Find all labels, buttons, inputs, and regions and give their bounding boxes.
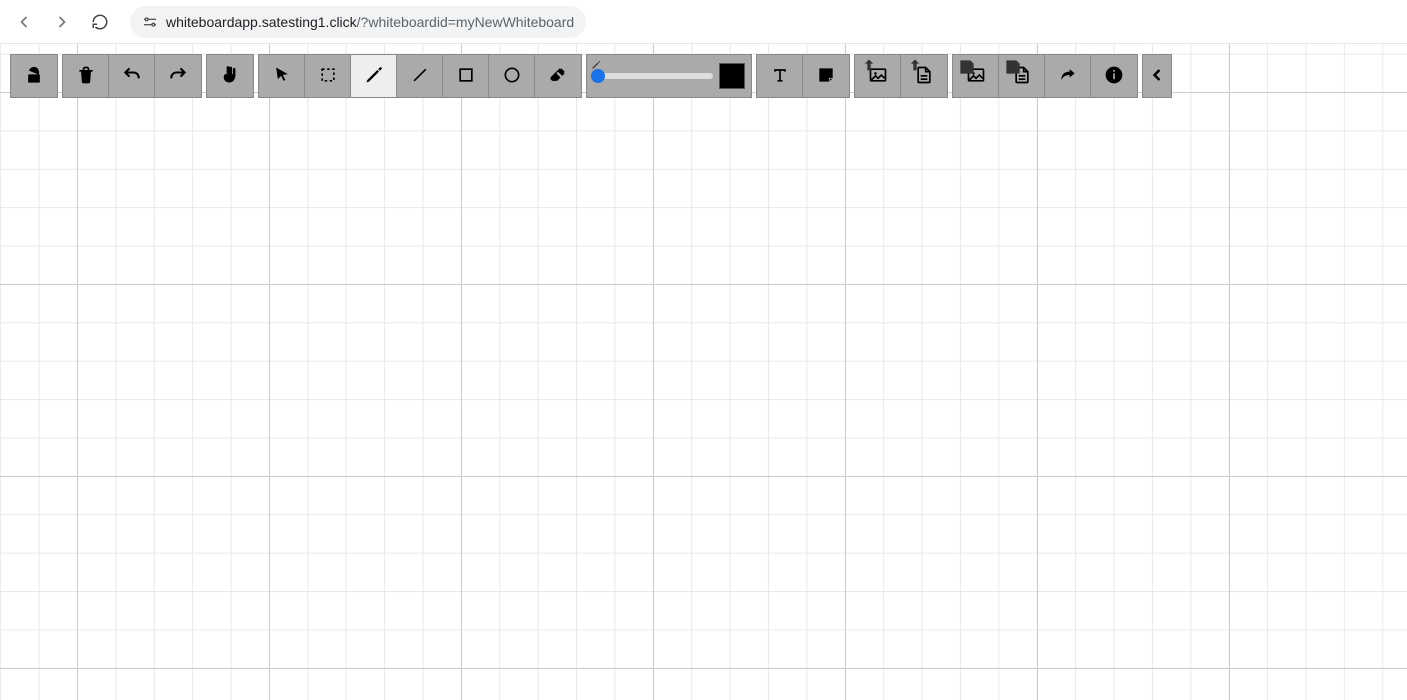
pointer-tool-button[interactable]	[259, 55, 305, 97]
toolbar	[10, 54, 1172, 98]
address-bar[interactable]: whiteboardapp.satesting1.click/?whiteboa…	[130, 6, 586, 38]
browser-address-bar: whiteboardapp.satesting1.click/?whiteboa…	[0, 0, 1407, 44]
site-settings-icon[interactable]	[142, 14, 158, 30]
whiteboard-canvas[interactable]	[0, 44, 1407, 700]
upload-file-button[interactable]	[901, 55, 947, 97]
save-file-button[interactable]	[999, 55, 1045, 97]
line-icon	[410, 65, 430, 88]
upload-badge-icon	[859, 57, 869, 67]
thickness-group	[586, 54, 752, 98]
pencil-icon	[364, 65, 384, 88]
line-tool-button[interactable]	[397, 55, 443, 97]
undo-icon	[122, 65, 142, 88]
slider-thumb[interactable]	[591, 69, 605, 83]
save-image-button[interactable]	[953, 55, 999, 97]
share-button[interactable]	[1045, 55, 1091, 97]
rect-tool-button[interactable]	[443, 55, 489, 97]
circle-tool-button[interactable]	[489, 55, 535, 97]
eraser-icon	[548, 65, 568, 88]
thickness-slider[interactable]	[593, 73, 713, 79]
undo-button[interactable]	[109, 55, 155, 97]
browser-forward-button[interactable]	[46, 6, 78, 38]
square-icon	[456, 65, 476, 88]
share-icon	[1058, 65, 1078, 88]
save-badge-icon	[1003, 57, 1013, 67]
color-picker[interactable]	[719, 63, 745, 89]
redo-button[interactable]	[155, 55, 201, 97]
clear-button[interactable]	[63, 55, 109, 97]
marquee-tool-button[interactable]	[305, 55, 351, 97]
trash-icon	[76, 65, 96, 88]
pan-tool-button[interactable]	[207, 55, 253, 97]
circle-icon	[502, 65, 522, 88]
info-icon	[1104, 65, 1124, 88]
save-badge-icon	[957, 57, 967, 67]
hand-icon	[220, 65, 240, 88]
text-icon	[770, 65, 790, 88]
eraser-tool-button[interactable]	[535, 55, 581, 97]
sticky-note-icon	[816, 65, 836, 88]
pencil-mini-icon	[591, 57, 601, 67]
sticky-note-button[interactable]	[803, 55, 849, 97]
info-button[interactable]	[1091, 55, 1137, 97]
browser-reload-button[interactable]	[84, 6, 116, 38]
redo-icon	[168, 65, 188, 88]
pointer-icon	[272, 65, 292, 88]
upload-image-button[interactable]	[855, 55, 901, 97]
pen-tool-button[interactable]	[351, 55, 397, 97]
lock-button[interactable]	[11, 55, 57, 97]
browser-back-button[interactable]	[8, 6, 40, 38]
upload-badge-icon	[905, 57, 915, 67]
marquee-icon	[318, 65, 338, 88]
url-text: whiteboardapp.satesting1.click/?whiteboa…	[166, 14, 574, 30]
collapse-toolbar-button[interactable]	[1143, 55, 1171, 97]
text-tool-button[interactable]	[757, 55, 803, 97]
chevron-left-icon	[1147, 65, 1167, 88]
